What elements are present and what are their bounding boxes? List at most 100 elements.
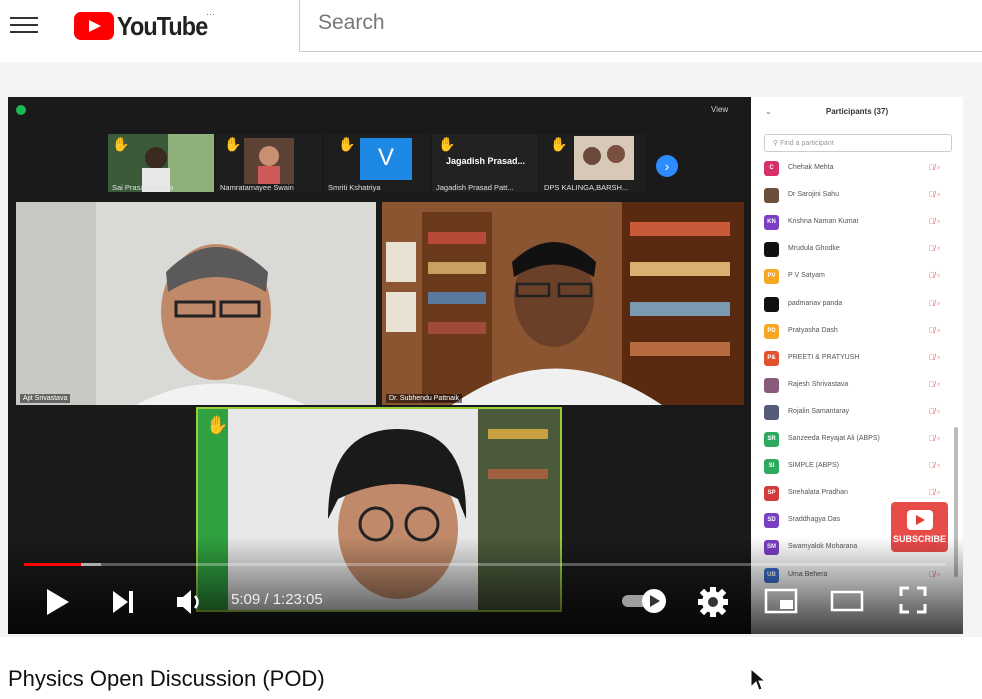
muted-mic-video-icon: 🎙̸▫ (929, 406, 942, 416)
video-tile-right: Dr. Subhendu Pattnaik (382, 202, 744, 405)
volume-icon[interactable] (174, 587, 204, 617)
participant-name: Rajesh Shrivastava (788, 380, 849, 388)
play-icon[interactable] (44, 587, 70, 617)
participant-avatar: P& (764, 350, 779, 366)
muted-mic-video-icon: 🎙̸▫ (929, 190, 942, 200)
participant-name: padmanav panda (788, 299, 843, 307)
participant-name: SIMPLE (ABPS) (788, 462, 839, 470)
thumbnail: ✋ Namratamayee Swain (216, 134, 322, 192)
participant-avatar: C (764, 161, 779, 176)
zoom-top-bar: View (8, 97, 750, 127)
participant-row[interactable]: PV P V Satyam 🎙̸▫ (764, 269, 954, 285)
participant-avatar: SR (764, 432, 779, 447)
muted-mic-video-icon: 🎙̸▫ (929, 488, 942, 498)
thumbnail: V ✋ Smriti Kshatriya (324, 134, 430, 192)
tile-name: Dr. Subhendu Pattnaik (386, 394, 463, 403)
muted-mic-video-icon: 🎙̸▫ (929, 271, 942, 281)
menu-icon[interactable] (10, 12, 38, 36)
logo-text: YouTube (117, 10, 208, 41)
find-participant-input[interactable]: ⚲ Find a participant (764, 134, 952, 152)
video-title: Physics Open Discussion (POD) (8, 666, 325, 691)
participant-name: PREETI & PRATYUSH (788, 353, 860, 361)
participant-name: Dr Sarojini Sahu (788, 191, 839, 199)
thumbnail-name: Namratamayee Swain (220, 183, 294, 192)
participant-name: Sanzeeda Reyajat Ali (ABPS) (788, 435, 880, 442)
next-thumbnails-button[interactable]: › (656, 155, 678, 177)
played-bar (24, 563, 82, 566)
raised-hand-icon: ✋ (206, 415, 229, 435)
participant-row[interactable]: KN Krishna Naman Kumar 🎙̸▫ (764, 215, 954, 231)
subscribe-play-icon (907, 510, 933, 530)
participant-name: Snehalata Pradhan (788, 489, 848, 497)
logo-suffix: ··· (206, 9, 215, 19)
miniplayer-icon[interactable] (764, 587, 798, 615)
participant-avatar: SP (764, 486, 779, 502)
search-box[interactable] (299, 0, 982, 52)
zoom-view-label: View (711, 105, 729, 114)
time-display: 5:09 / 1:23:05 (231, 591, 323, 608)
muted-mic-video-icon: 🎙̸▫ (929, 434, 942, 443)
muted-mic-video-icon: 🎙̸▫ (929, 298, 942, 308)
participant-avatar: SI (764, 459, 779, 475)
participant-row[interactable]: Dr Sarojini Sahu 🎙̸▫ (764, 188, 954, 204)
muted-mic-video-icon: 🎙̸▫ (929, 163, 942, 172)
thumbnail-name: Sai Prasad Mishra (112, 183, 174, 192)
participant-avatar (764, 377, 779, 393)
muted-mic-video-icon: 🎙̸▫ (929, 352, 942, 362)
search-input[interactable] (316, 10, 920, 36)
video-player[interactable]: View ✋ Sai Prasad Mishra ✋ Namratamayee … (8, 97, 963, 634)
participant-avatar (764, 242, 779, 258)
thumbnail-name: DPS KALINGA,BARSH... (544, 183, 629, 192)
participant-name: Pratyasha Dash (788, 326, 838, 334)
participant-row[interactable]: padmanav panda 🎙̸▫ (764, 296, 954, 313)
find-placeholder: Find a participant (780, 140, 834, 147)
thumbnail-name: Jagadish Prasad Patt... (436, 183, 514, 192)
controls-gradient (8, 537, 963, 634)
participant-name: Mrudula Ghodke (788, 245, 840, 253)
thumbnail: ✋ Jagadish Prasad... Jagadish Prasad Pat… (432, 134, 538, 192)
participant-row[interactable]: Rajesh Shrivastava 🎙̸▫ (764, 377, 954, 394)
theater-mode-icon[interactable] (830, 589, 864, 613)
participants-title: Participants (37) (825, 107, 889, 116)
autoplay-toggle[interactable] (620, 587, 668, 615)
muted-mic-video-icon: 🎙̸▫ (929, 379, 942, 389)
participant-avatar (764, 296, 779, 312)
masthead: YouTube ··· (0, 0, 982, 62)
thumbnail-name: Smriti Kshatriya (328, 183, 381, 192)
raised-hand-icon: ✋ (438, 136, 456, 152)
video-tile-left: Ajit Srivastava (16, 202, 376, 405)
raised-hand-icon: ✋ (338, 136, 356, 152)
participant-row[interactable]: Mrudula Ghodke 🎙̸▫ (764, 242, 954, 258)
settings-icon[interactable] (698, 587, 728, 617)
thumbnail-title: Jagadish Prasad... (446, 156, 526, 166)
participant-row[interactable]: P& PREETI & PRATYUSH 🎙̸▫ (764, 350, 954, 367)
raised-hand-icon: ✋ (550, 136, 568, 152)
participant-avatar: PD (764, 323, 779, 339)
progress-bar[interactable] (24, 563, 946, 566)
thumbnail: ✋ DPS KALINGA,BARSH... (540, 134, 646, 192)
participant-row[interactable]: PD Pratyasha Dash 🎙̸▫ (764, 323, 954, 340)
participant-row[interactable]: SR Sanzeeda Reyajat Ali (ABPS) 🎙̸▫ (764, 432, 954, 448)
thumbnail: ✋ Sai Prasad Mishra (108, 134, 214, 192)
participant-row[interactable]: C Chehak Mehta 🎙̸▫ (764, 161, 954, 177)
participant-name: P V Satyam (788, 272, 825, 280)
participant-name: Sraddhagya Das (788, 516, 841, 524)
shield-icon (16, 105, 26, 115)
participant-video (382, 202, 744, 405)
fullscreen-icon[interactable] (898, 585, 928, 615)
participant-video (16, 202, 376, 405)
raised-hand-icon: ✋ (112, 136, 130, 152)
participant-row[interactable]: SI SIMPLE (ABPS) 🎙̸▫ (764, 459, 954, 475)
participant-avatar: PV (764, 269, 779, 285)
muted-mic-video-icon: 🎙̸▫ (929, 217, 942, 227)
muted-mic-video-icon: 🎙̸▫ (929, 461, 942, 471)
youtube-logo[interactable]: YouTube ··· (74, 9, 217, 43)
participant-row[interactable]: Rojalin Samantaray 🎙̸▫ (764, 404, 954, 421)
participant-avatar: SD (764, 513, 779, 529)
participant-avatar: KN (764, 215, 779, 231)
participant-name: Krishna Naman Kumar (788, 218, 859, 226)
participant-row[interactable]: SP Snehalata Pradhan 🎙̸▫ (764, 486, 954, 502)
mouse-cursor-icon (750, 668, 766, 691)
participant-name: Rojalin Samantaray (788, 407, 850, 415)
next-icon[interactable] (110, 589, 136, 615)
